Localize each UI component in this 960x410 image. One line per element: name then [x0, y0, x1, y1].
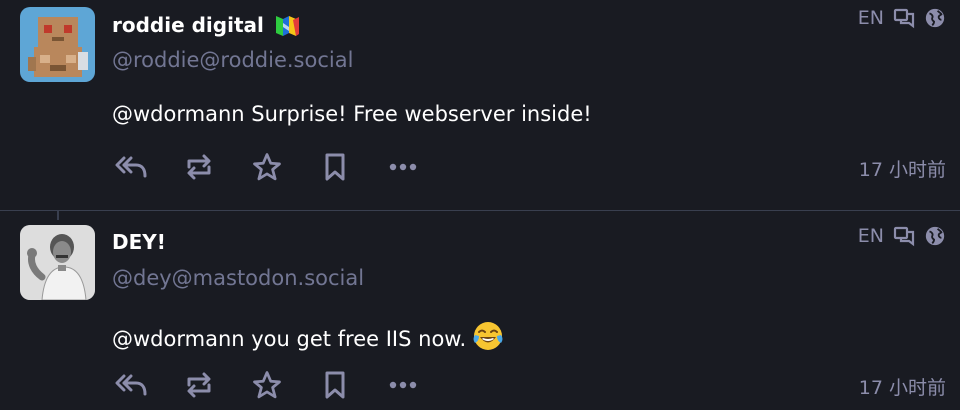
status-content: @wdormann Surprise! Free webserver insid… [112, 102, 592, 126]
bookmark-button[interactable] [316, 368, 354, 402]
account-handle[interactable]: @roddie@roddie.social [112, 48, 353, 72]
more-options-button[interactable] [384, 368, 422, 402]
status-text: @wdormann Surprise! Free webserver insid… [112, 102, 592, 126]
reply-all-button[interactable] [112, 150, 150, 184]
status-meta: EN [858, 6, 946, 30]
status-content: @wdormann you get free IIS now. [112, 320, 504, 357]
status-post[interactable]: roddie digital @roddie@roddie.social EN [0, 0, 960, 205]
more-options-icon [389, 163, 417, 171]
star-icon [253, 371, 281, 399]
reply-all-button[interactable] [112, 368, 150, 402]
boost-button[interactable] [180, 368, 218, 402]
display-name[interactable]: DEY! [112, 230, 166, 254]
bookmark-icon [325, 371, 345, 399]
robot-avatar-icon [20, 7, 95, 82]
more-options-button[interactable] [384, 150, 422, 184]
status-actions [112, 368, 452, 402]
status-post[interactable]: DEY! @dey@mastodon.social EN @wdormann y… [0, 218, 960, 410]
language-badge: EN [857, 225, 884, 247]
relative-timestamp[interactable]: 17 小时前 [859, 155, 946, 182]
status-text: @wdormann you get free IIS now. [112, 326, 467, 351]
favourite-button[interactable] [248, 150, 286, 184]
reply-all-icon [115, 374, 147, 396]
timeline: roddie digital @roddie@roddie.social EN [0, 0, 960, 410]
boost-icon [187, 154, 211, 180]
avatar[interactable] [20, 7, 95, 82]
display-name[interactable]: roddie digital [112, 12, 300, 38]
globe-icon [924, 225, 946, 247]
bookmark-icon [325, 153, 345, 181]
reply-thread-icon [892, 224, 916, 248]
favourite-button[interactable] [248, 368, 286, 402]
person-photo-avatar-icon [20, 225, 95, 300]
language-badge: EN [857, 7, 884, 29]
reply-thread-icon [892, 6, 916, 30]
boost-icon [187, 372, 211, 398]
divider [0, 210, 960, 211]
tears-of-joy-emoji-icon [472, 320, 504, 357]
avatar[interactable] [20, 225, 95, 300]
n64-logo-icon [274, 12, 300, 38]
status-actions [112, 150, 452, 184]
boost-button[interactable] [180, 150, 218, 184]
more-options-icon [389, 381, 417, 389]
display-name-text: roddie digital [112, 13, 264, 37]
globe-icon [924, 7, 946, 29]
reply-all-icon [115, 156, 147, 178]
bookmark-button[interactable] [316, 150, 354, 184]
star-icon [253, 153, 281, 181]
status-meta: EN [858, 224, 946, 248]
account-handle[interactable]: @dey@mastodon.social [112, 266, 364, 290]
display-name-text: DEY! [112, 230, 166, 254]
relative-timestamp[interactable]: 17 小时前 [859, 373, 946, 400]
